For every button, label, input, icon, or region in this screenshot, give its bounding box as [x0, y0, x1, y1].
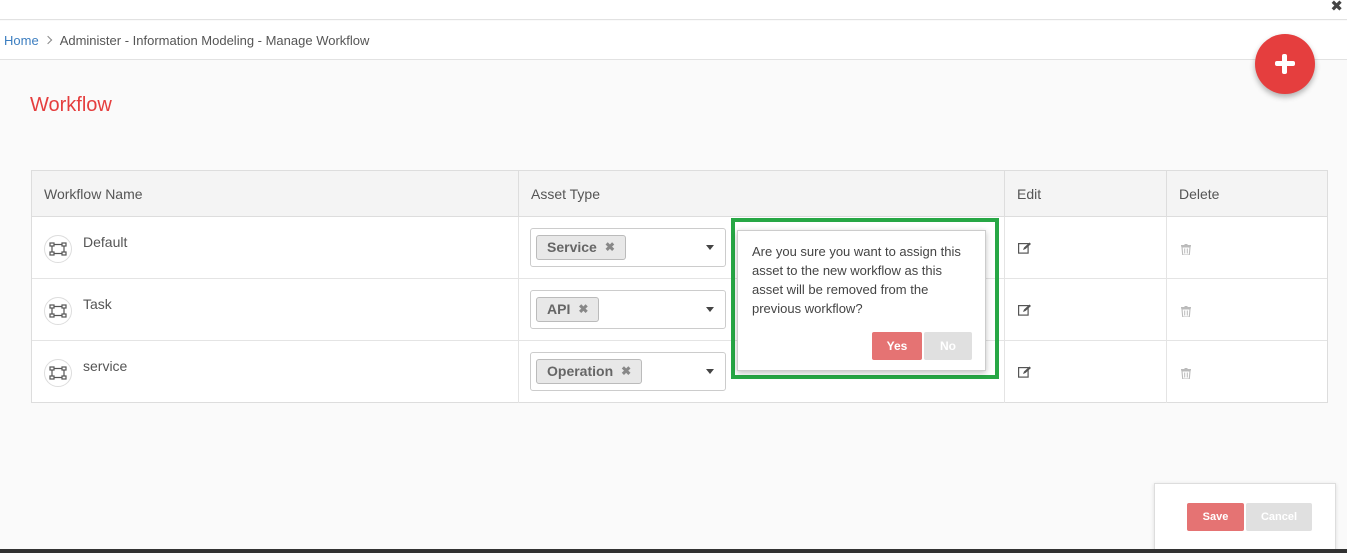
workflow-name: service [83, 358, 128, 374]
delete-cell [1167, 341, 1329, 403]
caret-down-icon[interactable] [706, 245, 714, 250]
workflow-table: Workflow Name Asset Type Edit Delete Def… [31, 170, 1328, 403]
top-bar: ✖ [0, 0, 1347, 20]
footer-actions: Save Cancel [1154, 483, 1336, 551]
workflow-name: Default [83, 234, 128, 250]
column-header-asset-type[interactable]: Asset Type [519, 171, 1005, 217]
save-button[interactable]: Save [1187, 503, 1244, 531]
workflow-name: Task [83, 296, 112, 312]
trash-icon[interactable] [1181, 304, 1191, 322]
asset-type-select[interactable]: Service ✖ [530, 228, 726, 267]
breadcrumb-current: Administer - Information Modeling - Mana… [59, 32, 370, 48]
workflow-icon [44, 359, 72, 387]
confirm-no-button[interactable]: No [924, 332, 972, 360]
workflow-name-cell: Task [32, 279, 519, 341]
breadcrumb: Home Administer - Information Modeling -… [0, 21, 1347, 60]
bottom-strip [0, 549, 1347, 553]
asset-type-tag-label: Operation [547, 363, 614, 379]
breadcrumb-home-link[interactable]: Home [4, 33, 39, 48]
delete-cell [1167, 217, 1329, 279]
edit-cell [1005, 217, 1167, 279]
workflow-name-cell: service [32, 341, 519, 403]
delete-cell [1167, 279, 1329, 341]
asset-type-select[interactable]: API ✖ [530, 290, 726, 329]
asset-type-tag: Service ✖ [536, 235, 626, 260]
remove-tag-icon[interactable]: ✖ [621, 360, 631, 383]
cancel-button[interactable]: Cancel [1246, 503, 1312, 531]
edit-icon[interactable] [1018, 365, 1032, 383]
column-header-edit: Edit [1005, 171, 1167, 217]
asset-type-tag: Operation ✖ [536, 359, 643, 384]
table-row: Default Service ✖ [32, 217, 1327, 279]
asset-type-select[interactable]: Operation ✖ [530, 352, 726, 391]
trash-icon[interactable] [1181, 242, 1191, 260]
remove-tag-icon[interactable]: ✖ [578, 298, 588, 321]
table-row: service Operation ✖ [32, 341, 1327, 403]
asset-type-tag-label: Service [547, 239, 597, 255]
asset-type-tag: API ✖ [536, 297, 600, 322]
table-header: Workflow Name Asset Type Edit Delete [32, 171, 1327, 217]
confirm-popover: Are you sure you want to assign this ass… [737, 230, 986, 371]
close-icon[interactable]: ✖ [1330, 0, 1343, 15]
trash-icon[interactable] [1181, 366, 1191, 384]
confirm-yes-button[interactable]: Yes [872, 332, 922, 360]
column-header-workflow-name[interactable]: Workflow Name [32, 171, 519, 217]
chevron-right-icon [43, 35, 52, 45]
page-title: Workflow [30, 94, 112, 116]
confirm-message: Are you sure you want to assign this ass… [752, 244, 961, 316]
edit-icon[interactable] [1018, 241, 1032, 259]
table-row: Task API ✖ [32, 279, 1327, 341]
add-workflow-button[interactable] [1255, 34, 1315, 94]
edit-icon[interactable] [1018, 303, 1032, 321]
remove-tag-icon[interactable]: ✖ [605, 236, 615, 259]
edit-cell [1005, 279, 1167, 341]
edit-cell [1005, 341, 1167, 403]
asset-type-tag-label: API [547, 301, 571, 317]
column-header-delete: Delete [1179, 186, 1220, 202]
caret-down-icon[interactable] [706, 369, 714, 374]
caret-down-icon[interactable] [706, 307, 714, 312]
workflow-icon [44, 297, 72, 325]
workflow-name-cell: Default [32, 217, 519, 279]
workflow-icon [44, 235, 72, 263]
